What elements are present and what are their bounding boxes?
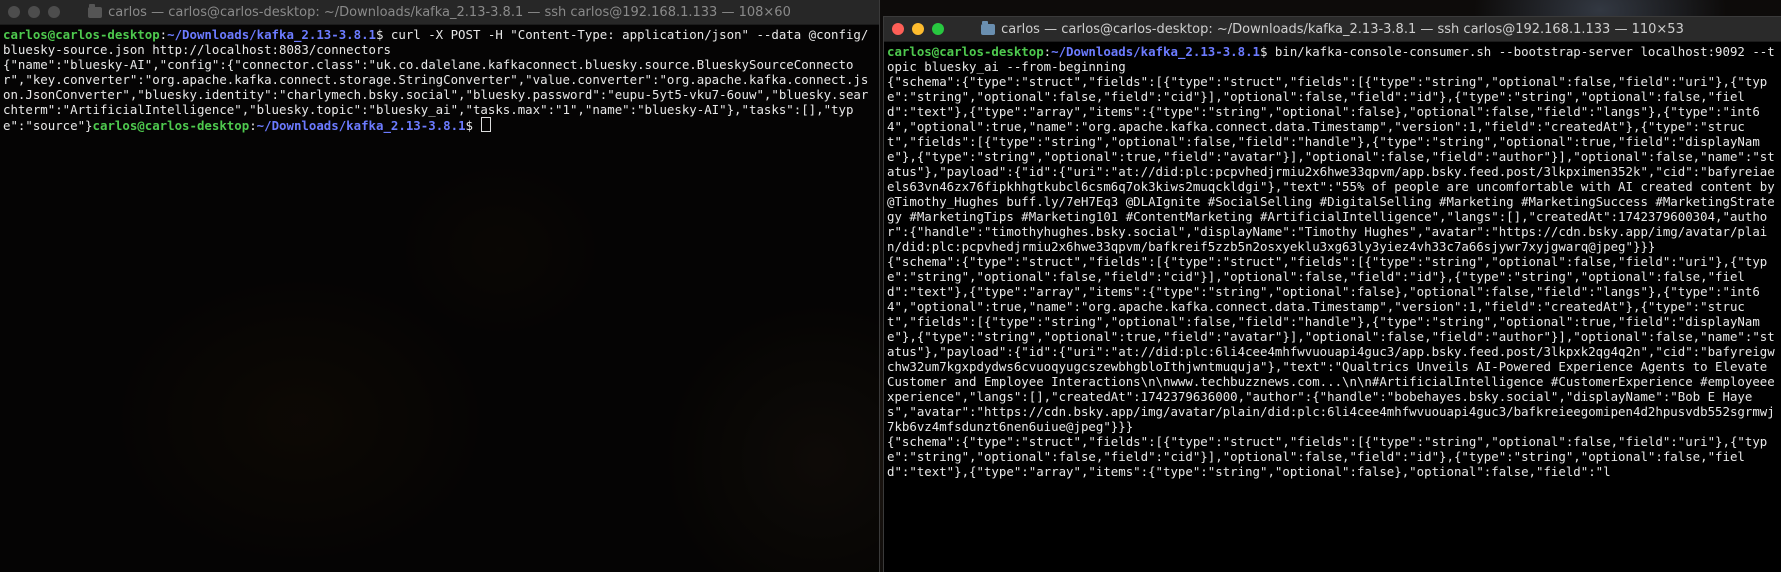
prompt-user: carlos@carlos-desktop: [92, 118, 250, 133]
right-window-controls: [884, 23, 944, 35]
left-terminal-window[interactable]: carlos — carlos@carlos-desktop: ~/Downlo…: [0, 0, 879, 572]
left-window-title: carlos — carlos@carlos-desktop: ~/Downlo…: [108, 4, 791, 20]
right-window-title: carlos — carlos@carlos-desktop: ~/Downlo…: [1001, 21, 1684, 37]
prompt-suffix: $: [465, 118, 481, 133]
minimize-light-icon[interactable]: [28, 6, 40, 18]
zoom-light-icon[interactable]: [48, 6, 60, 18]
prompt-path: ~/Downloads/kafka_2.13-3.8.1: [256, 118, 466, 133]
close-light-icon[interactable]: [8, 6, 20, 18]
left-window-titlebar[interactable]: carlos — carlos@carlos-desktop: ~/Downlo…: [0, 0, 879, 25]
kafka-record: {"schema":{"type":"struct","fields":[{"t…: [887, 74, 1775, 254]
cursor-block-icon: [481, 117, 492, 132]
left-terminal-content[interactable]: carlos@carlos-desktop:~/Downloads/kafka_…: [0, 25, 872, 135]
right-terminal-window[interactable]: carlos — carlos@carlos-desktop: ~/Downlo…: [884, 17, 1781, 572]
minimize-light-icon[interactable]: [912, 23, 924, 35]
right-terminal-content[interactable]: carlos@carlos-desktop:~/Downloads/kafka_…: [884, 42, 1778, 481]
folder-icon: [88, 3, 103, 18]
prompt-user: carlos@carlos-desktop: [3, 27, 160, 42]
kafka-record: {"schema":{"type":"struct","fields":[{"t…: [887, 254, 1775, 434]
close-light-icon[interactable]: [892, 23, 904, 35]
prompt-path: ~/Downloads/kafka_2.13-3.8.1: [1051, 44, 1260, 59]
prompt-user: carlos@carlos-desktop: [887, 44, 1044, 59]
folder-icon: [981, 20, 996, 35]
left-window-controls: [0, 6, 60, 18]
zoom-light-icon[interactable]: [932, 23, 944, 35]
right-window-titlebar[interactable]: carlos — carlos@carlos-desktop: ~/Downlo…: [884, 17, 1781, 42]
prompt-path: ~/Downloads/kafka_2.13-3.8.1: [167, 27, 376, 42]
kafka-record: {"schema":{"type":"struct","fields":[{"t…: [887, 434, 1768, 479]
